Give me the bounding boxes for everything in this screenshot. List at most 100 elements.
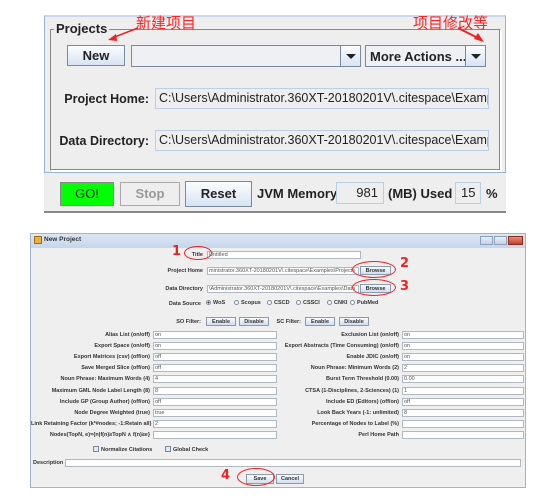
parameter-field[interactable]: true <box>153 408 277 417</box>
radio-label: CSCD <box>274 300 290 306</box>
parameter-label: Export Space (on/off) <box>94 343 150 350</box>
radio-icon <box>234 300 239 305</box>
annotation-circle-title <box>184 246 212 260</box>
parameter-field[interactable] <box>153 430 277 439</box>
data-source-pubmed[interactable]: PubMed <box>350 300 378 306</box>
parameter-label: Exclusion List (on/off) <box>341 332 399 338</box>
parameter-label: Look Back Years (-1: unlimited) <box>317 409 399 416</box>
parameter-label: Include ED (Editors) (off/on) <box>325 398 399 405</box>
checkbox-label: Global Check <box>173 447 209 453</box>
annotation-circle-browse-data <box>352 279 396 296</box>
radio-label: PubMed <box>357 300 379 306</box>
dialog-data-directory-field[interactable]: \Administrator.360XT-20180201V\.citespac… <box>207 285 359 293</box>
parameter-field[interactable]: 2 <box>153 419 277 428</box>
data-source-cnki[interactable]: CNKI <box>327 300 347 306</box>
radio-label: CSSCI <box>303 300 320 306</box>
jvm-memory-label: JVM Memory <box>257 186 338 201</box>
data-directory-label: Data Directory: <box>59 134 149 148</box>
new-project-dialog: New Project Title Untitled Project Home … <box>30 233 526 488</box>
description-label: Description <box>33 460 64 466</box>
dialog-project-home-label: Project Home <box>167 268 203 274</box>
parameter-field[interactable] <box>402 419 524 428</box>
cancel-button[interactable]: Cancel <box>276 474 304 484</box>
parameter-field[interactable]: on <box>402 353 524 362</box>
parameter-field[interactable] <box>402 430 524 439</box>
checkbox-label: Normalize Citations <box>101 447 153 453</box>
parameter-field[interactable]: 1 <box>402 386 524 395</box>
run-control-bar: GO! Stop Reset JVM Memory 981 (MB) Used … <box>44 173 506 213</box>
sc-filter-disable-button[interactable]: Disable <box>339 317 369 326</box>
checkbox-icon <box>165 446 171 452</box>
parameter-field[interactable]: on <box>402 331 524 339</box>
parameter-field[interactable]: 4 <box>153 375 277 384</box>
dialog-project-home-field[interactable]: ministrator.360XT-20180201V\.citespace\E… <box>207 267 359 275</box>
parameter-label: Link Retaining Factor (k*#nodes; -1:Reta… <box>31 420 152 427</box>
parameter-label: Include GP (Group Author) (off/on) <box>59 398 150 405</box>
data-source-cscd[interactable]: CSCD <box>267 300 290 306</box>
data-source-wos[interactable]: WoS <box>206 300 225 306</box>
global-check-checkbox[interactable]: Global Check <box>165 446 208 453</box>
project-home-field[interactable]: C:\Users\Administrator.360XT-20180201V\.… <box>155 88 489 109</box>
parameter-field[interactable]: 2 <box>402 364 524 373</box>
parameter-label: Maximum GML Node Label Length (8) <box>51 387 150 394</box>
parameter-label: Burst Term Threshold (0.00) <box>326 376 399 383</box>
parameter-field[interactable]: on <box>402 342 524 351</box>
data-source-label: Data Source <box>168 301 201 307</box>
go-button[interactable]: GO! <box>60 182 114 206</box>
parameter-field[interactable]: 8 <box>402 408 524 417</box>
parameter-field[interactable]: on <box>153 342 277 351</box>
annotation-circle-browse-home <box>352 261 396 278</box>
so-filter-label: SO Filter: <box>176 319 201 325</box>
data-directory-field[interactable]: C:\Users\Administrator.360XT-20180201V\.… <box>155 130 489 151</box>
reset-button[interactable]: Reset <box>185 181 252 207</box>
parameter-field[interactable]: off <box>153 364 277 373</box>
normalize-citations-checkbox[interactable]: Normalize Citations <box>93 446 152 453</box>
close-icon[interactable] <box>508 236 523 245</box>
projects-group-title: Projects <box>54 21 110 36</box>
more-actions-select[interactable]: More Actions ... <box>365 45 486 67</box>
maximize-icon[interactable] <box>494 236 507 245</box>
chevron-down-icon[interactable] <box>465 46 485 66</box>
so-filter-disable-button[interactable]: Disable <box>239 317 269 326</box>
more-actions-label: More Actions ... <box>370 49 467 64</box>
radio-label: WoS <box>213 300 226 306</box>
jvm-memory-value: 981 <box>336 182 384 204</box>
title-field[interactable]: Untitled <box>207 251 361 259</box>
minimize-icon[interactable] <box>480 236 493 245</box>
annotation-circle-save <box>237 468 275 486</box>
data-source-cssci[interactable]: CSSCI <box>296 300 320 306</box>
project-select[interactable] <box>131 45 361 67</box>
java-app-icon <box>34 236 42 244</box>
parameter-label: Percentage of Nodes to Label (%) <box>311 420 399 427</box>
parameter-label: Save Merged Slice (off/on) <box>81 365 150 372</box>
parameter-label: Node Degree Weighted (true) <box>74 409 150 416</box>
percent-sign: % <box>486 186 498 201</box>
radio-label: Scopus <box>241 300 261 306</box>
parameter-label: Noun Phrase: Maximum Words (4) <box>60 376 150 383</box>
parameter-field[interactable]: off <box>402 397 524 406</box>
arrow-annotation-icon <box>108 27 139 41</box>
chevron-down-icon[interactable] <box>340 46 360 66</box>
annotation-step-3: 3 <box>400 279 410 294</box>
new-project-button[interactable]: New <box>67 45 125 66</box>
parameter-label: Alias List (on/off) <box>105 332 150 338</box>
parameter-field[interactable]: 0.00 <box>402 375 524 384</box>
parameter-field[interactable]: off <box>153 353 277 362</box>
dialog-data-directory-label: Data Directory <box>165 286 203 292</box>
parameter-label: Noun Phrase: Minimum Words (2) <box>310 365 399 372</box>
parameter-label: Perl Home Path <box>358 431 399 438</box>
annotation-step-1: 1 <box>172 244 182 259</box>
radio-selected-icon <box>206 300 211 305</box>
description-field[interactable] <box>65 459 521 467</box>
sc-filter-enable-button[interactable]: Enable <box>305 317 335 326</box>
dialog-title-bar[interactable]: New Project <box>31 234 525 248</box>
parameter-field[interactable]: off <box>153 397 277 406</box>
parameter-field[interactable]: 8 <box>153 386 277 395</box>
stop-button[interactable]: Stop <box>120 182 180 206</box>
parameter-field[interactable]: on <box>153 331 277 339</box>
used-label: (MB) Used <box>388 186 453 201</box>
data-source-scopus[interactable]: Scopus <box>234 300 261 306</box>
parameter-label: Export Abstracts (Time Consuming) (on/of… <box>284 343 399 350</box>
so-filter-enable-button[interactable]: Enable <box>206 317 236 326</box>
annotation-step-2: 2 <box>400 256 410 271</box>
